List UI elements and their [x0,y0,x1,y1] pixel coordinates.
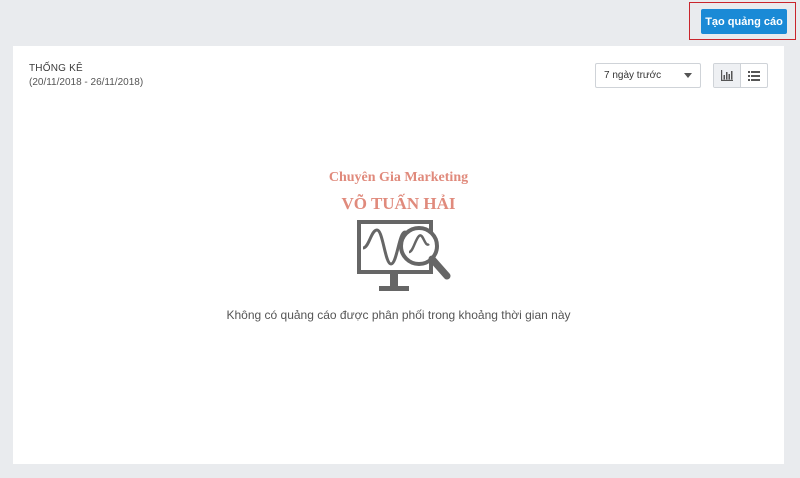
view-toggle [713,63,768,88]
watermark-name: VÕ TUẤN HẢI [341,194,456,213]
statistics-panel: THỐNG KÊ (20/11/2018 - 26/11/2018) 7 ngà… [13,46,784,464]
statistics-date-range: (20/11/2018 - 26/11/2018) [29,77,144,88]
empty-state-message: Không có quảng cáo được phân phối trong … [226,308,571,322]
chevron-down-icon [684,73,692,78]
chart-view-button[interactable] [714,64,741,87]
period-select-value: 7 ngày trước [604,70,662,81]
create-ad-highlight: Tạo quảng cáo [689,2,796,40]
bar-chart-icon [721,70,733,81]
list-view-button[interactable] [741,64,767,87]
list-icon [748,70,760,81]
create-ad-button[interactable]: Tạo quảng cáo [701,9,787,34]
watermark-subtitle: Chuyên Gia Marketing [328,170,469,185]
monitor-magnifier-icon [357,220,451,291]
statistics-title: THỐNG KÊ [29,63,83,74]
period-select[interactable]: 7 ngày trước [595,63,701,88]
